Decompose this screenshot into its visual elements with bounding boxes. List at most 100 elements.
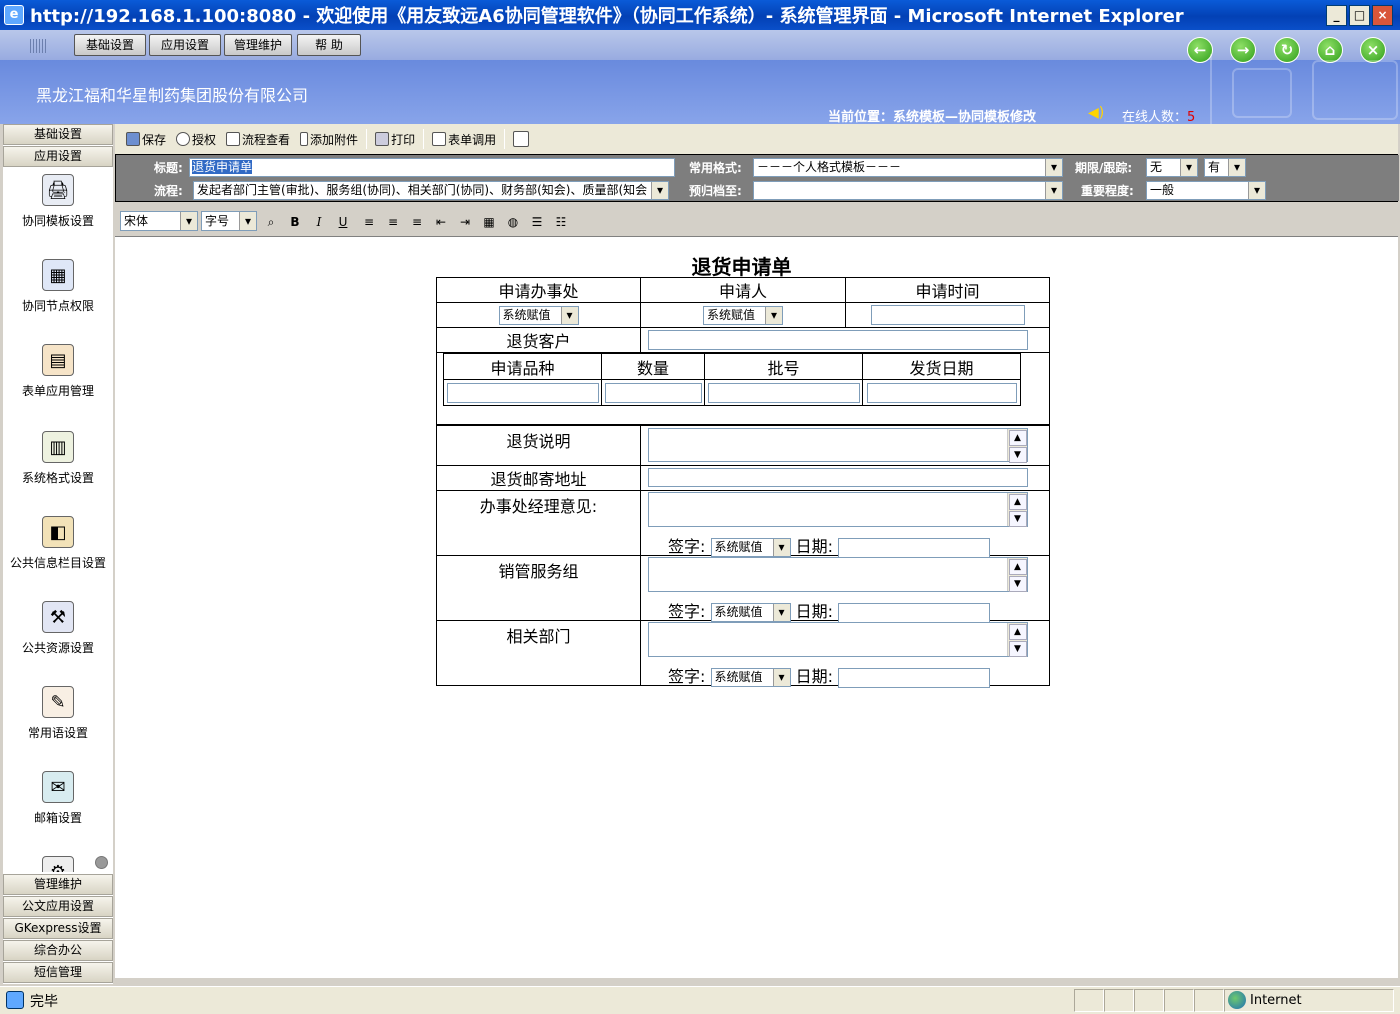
- office-select[interactable]: 系统赋值: [498, 306, 579, 325]
- bold-button[interactable]: B: [286, 214, 304, 230]
- scroll-down-icon[interactable]: ▼: [1008, 641, 1027, 657]
- notes-button[interactable]: [508, 128, 536, 150]
- find-icon[interactable]: ⌕: [262, 214, 280, 230]
- speaker-icon[interactable]: ◀): [1088, 105, 1104, 121]
- related-date-input[interactable]: [838, 667, 991, 688]
- online-label: 在线人数：: [1122, 110, 1188, 124]
- track-select[interactable]: 有: [1204, 158, 1246, 177]
- keyboard-decoration: [1210, 54, 1400, 124]
- title-input[interactable]: 退货申请单: [189, 158, 675, 177]
- sidebar-item-node-permission[interactable]: ▦ 协同节点权限: [3, 259, 113, 314]
- sales-sign-select[interactable]: 系统赋值: [710, 603, 791, 622]
- header-time: 申请时间: [845, 277, 1050, 303]
- font-size-select[interactable]: 字号: [201, 211, 257, 231]
- sidebar-section-app[interactable]: 应用设置: [3, 146, 113, 167]
- related-dept-textarea[interactable]: ▲ ▼: [648, 622, 1028, 657]
- product-input[interactable]: [446, 382, 599, 403]
- sidebar-section-gkexpress[interactable]: GKexpress设置: [3, 918, 113, 939]
- menu-help[interactable]: 帮 助: [297, 34, 361, 56]
- sidebar-item-public-resource[interactable]: ⚒ 公共资源设置: [3, 601, 113, 656]
- scroll-down-icon[interactable]: ▼: [1008, 576, 1027, 592]
- online-users: 在线人数：5: [1122, 106, 1195, 124]
- sign-label: 签字:: [668, 602, 706, 621]
- sidebar-scroll-button[interactable]: [95, 856, 108, 869]
- sidebar: 基础设置 应用设置 🖨 协同模板设置 ▦ 协同节点权限 ▤ 表单应用管理 ▥ 系…: [3, 124, 113, 984]
- number-list-icon[interactable]: ☷: [552, 214, 570, 230]
- align-right-icon[interactable]: ≡: [408, 214, 426, 230]
- sidebar-item-form-app[interactable]: ▤ 表单应用管理: [3, 344, 113, 399]
- sales-group-textarea[interactable]: ▲ ▼: [648, 557, 1028, 592]
- related-scrollbar[interactable]: ▲ ▼: [1007, 623, 1027, 657]
- deadline-select[interactable]: 无: [1146, 158, 1198, 177]
- form-table-header: 申请办事处 申请人 申请时间 系统赋值 系统赋值 退货客户: [436, 277, 1050, 353]
- flow-select[interactable]: 发起者部门主管(审批)、服务组(协同)、相关部门(协同)、财务部(知会)、质量部…: [193, 181, 669, 200]
- sidebar-item-phrases[interactable]: ✎ 常用语设置: [3, 686, 113, 741]
- add-attachment-button[interactable]: 添加附件: [295, 128, 363, 150]
- manager-opinion-textarea[interactable]: ▲ ▼: [648, 492, 1028, 527]
- sidebar-item-system-format[interactable]: ▥ 系统格式设置: [3, 431, 113, 486]
- status-pane: [1074, 989, 1104, 1012]
- time-input[interactable]: [870, 305, 1025, 326]
- sidebar-section-maintenance[interactable]: 管理维护: [3, 874, 113, 895]
- ship-date-input[interactable]: [866, 382, 1017, 403]
- font-select[interactable]: 宋体: [120, 211, 198, 231]
- manager-date-input[interactable]: [838, 537, 991, 558]
- align-left-icon[interactable]: ≡: [360, 214, 378, 230]
- sales-date-input[interactable]: [838, 602, 991, 623]
- maximize-button[interactable]: □: [1349, 5, 1370, 26]
- company-name: 黑龙江福和华星制药集团股份有限公司: [36, 86, 309, 105]
- form-call-button[interactable]: 表单调用: [427, 128, 501, 150]
- address-input[interactable]: [648, 468, 1028, 487]
- bullet-list-icon[interactable]: ☰: [528, 214, 546, 230]
- outdent-icon[interactable]: ⇤: [432, 214, 450, 230]
- scroll-down-icon[interactable]: ▼: [1008, 447, 1027, 463]
- format-select[interactable]: －－－个人格式模板－－－: [753, 158, 1063, 177]
- explain-textarea[interactable]: ▲ ▼: [648, 428, 1028, 463]
- sidebar-section-official-doc[interactable]: 公文应用设置: [3, 896, 113, 917]
- scroll-up-icon[interactable]: ▲: [1008, 624, 1027, 640]
- scroll-down-icon[interactable]: ▼: [1008, 511, 1027, 527]
- quantity-input[interactable]: [604, 382, 702, 403]
- sidebar-section-sms[interactable]: 短信管理: [3, 962, 113, 983]
- scroll-up-icon[interactable]: ▲: [1008, 494, 1027, 510]
- sales-scrollbar[interactable]: ▲ ▼: [1007, 558, 1027, 592]
- zone-label: Internet: [1250, 992, 1302, 1008]
- authorize-button[interactable]: 授权: [171, 128, 221, 150]
- office-cell: 系统赋值: [436, 302, 641, 328]
- importance-select[interactable]: 一般: [1146, 181, 1266, 200]
- sidebar-item-template[interactable]: 🖨 协同模板设置: [3, 174, 113, 229]
- scroll-up-icon[interactable]: ▲: [1008, 430, 1027, 446]
- indent-icon[interactable]: ⇥: [456, 214, 474, 230]
- sidebar-item-public-info[interactable]: ◧ 公共信息栏目设置: [3, 516, 113, 571]
- menu-app-settings[interactable]: 应用设置: [149, 34, 221, 56]
- applicant-select[interactable]: 系统赋值: [703, 306, 783, 325]
- related-sign-select[interactable]: 系统赋值: [710, 668, 791, 687]
- sales-signature-row: 签字: 系统赋值 日期:: [668, 598, 991, 623]
- close-button[interactable]: ×: [1372, 5, 1393, 26]
- flow-view-button[interactable]: 流程查看: [221, 128, 295, 150]
- table-icon[interactable]: ▦: [480, 214, 498, 230]
- customer-input[interactable]: [648, 330, 1028, 351]
- italic-button[interactable]: I: [310, 214, 328, 230]
- minimize-button[interactable]: _: [1326, 5, 1347, 26]
- save-button[interactable]: 保存: [121, 128, 171, 150]
- sidebar-item-mailbox[interactable]: ✉ 邮箱设置: [3, 771, 113, 826]
- status-bar: 完毕 Internet: [0, 986, 1400, 1014]
- align-center-icon[interactable]: ≡: [384, 214, 402, 230]
- underline-button[interactable]: U: [334, 214, 352, 230]
- print-button[interactable]: 打印: [370, 128, 420, 150]
- menu-basic-settings[interactable]: 基础设置: [74, 34, 146, 56]
- menu-maintenance[interactable]: 管理维护: [224, 34, 292, 56]
- manager-sign-select[interactable]: 系统赋值: [710, 538, 791, 557]
- form-icon: ▤: [42, 344, 74, 376]
- explain-scrollbar[interactable]: ▲ ▼: [1007, 429, 1027, 463]
- image-icon[interactable]: ◍: [504, 214, 522, 230]
- manager-scrollbar[interactable]: ▲ ▼: [1007, 493, 1027, 527]
- tool-icon: ⚙: [42, 856, 74, 872]
- time-cell: [845, 302, 1050, 328]
- archive-select[interactable]: [753, 181, 1063, 200]
- sidebar-section-basic[interactable]: 基础设置: [3, 124, 113, 145]
- scroll-up-icon[interactable]: ▲: [1008, 559, 1027, 575]
- batch-input[interactable]: [707, 382, 860, 403]
- sidebar-section-office[interactable]: 综合办公: [3, 940, 113, 961]
